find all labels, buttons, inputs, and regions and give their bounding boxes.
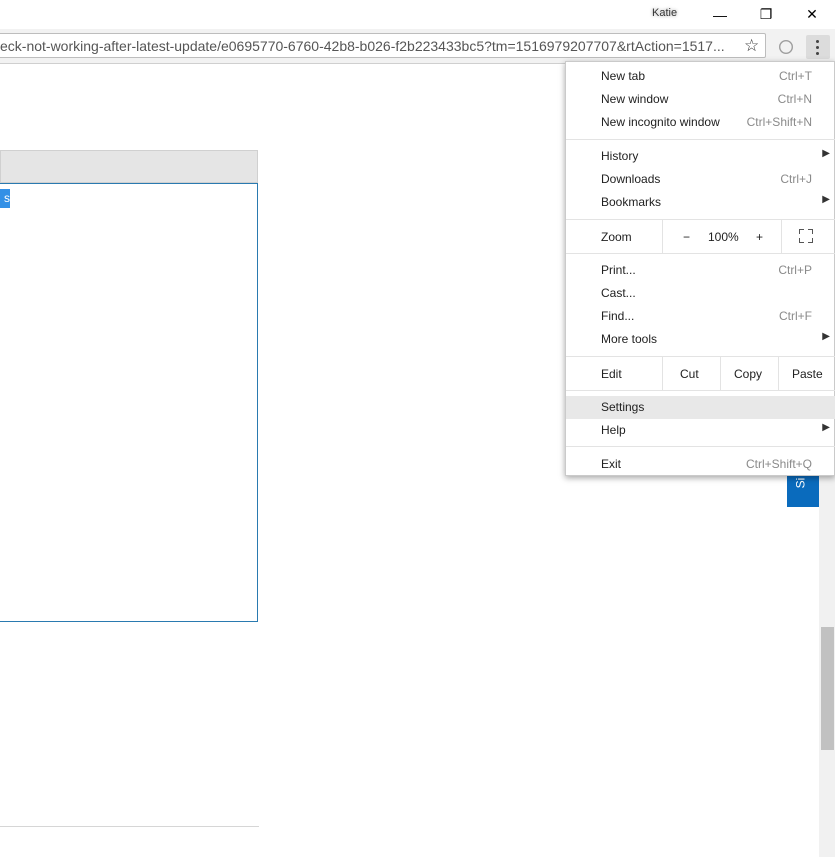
divider — [0, 826, 259, 827]
menu-item-new-window[interactable]: New window Ctrl+N — [566, 88, 835, 111]
menu-item-more-tools[interactable]: More tools ▶ — [566, 328, 835, 351]
menu-item-label: Zoom — [601, 230, 632, 244]
menu-item-shortcut: Ctrl+T — [779, 69, 812, 83]
menu-divider — [720, 357, 721, 390]
menu-item-shortcut: Ctrl+Shift+Q — [745, 457, 812, 471]
scrollbar-thumb[interactable] — [821, 627, 834, 750]
restore-button[interactable]: ❐ — [743, 0, 789, 29]
fullscreen-icon[interactable] — [799, 229, 813, 243]
submenu-arrow-icon: ▶ — [822, 422, 830, 433]
browser-menu-button[interactable] — [806, 35, 830, 59]
menu-item-downloads[interactable]: Downloads Ctrl+J — [566, 168, 835, 191]
menu-separator — [566, 253, 835, 254]
menu-item-label: Print... — [601, 263, 636, 277]
close-window-button[interactable]: ✕ — [789, 0, 835, 29]
title-bar: Katie — ❐ ✕ — [0, 0, 835, 29]
menu-item-label: More tools — [601, 332, 658, 346]
menu-item-new-tab[interactable]: New tab Ctrl+T — [566, 65, 835, 88]
menu-item-label: New tab — [601, 69, 646, 83]
menu-item-history[interactable]: History ▶ — [566, 145, 835, 168]
menu-divider — [662, 220, 663, 253]
menu-separator — [566, 139, 835, 140]
menu-item-label: New window — [601, 92, 669, 106]
menu-item-exit[interactable]: Exit Ctrl+Shift+Q — [566, 453, 835, 476]
menu-divider — [781, 220, 782, 253]
bookmark-star-icon[interactable]: ☆ — [744, 36, 759, 56]
menu-item-label: Find... — [601, 309, 635, 323]
submenu-arrow-icon: ▶ — [822, 331, 830, 342]
menu-divider — [778, 357, 779, 390]
minimize-button[interactable]: — — [697, 0, 743, 29]
menu-item-label: Exit — [601, 457, 622, 471]
menu-item-bookmarks[interactable]: Bookmarks ▶ — [566, 191, 835, 214]
zoom-in-button[interactable]: + — [756, 230, 763, 244]
submenu-arrow-icon: ▶ — [822, 194, 830, 205]
menu-divider — [662, 357, 663, 390]
menu-item-shortcut: Ctrl+F — [779, 309, 812, 323]
extension-icon[interactable] — [779, 40, 793, 54]
address-bar[interactable]: eck-not-working-after-latest-update/e069… — [0, 33, 766, 58]
menu-item-shortcut: Ctrl+N — [777, 92, 812, 106]
menu-item-zoom: Zoom — [566, 226, 835, 249]
panel-body — [0, 183, 258, 622]
menu-separator — [566, 356, 835, 357]
menu-item-shortcut: Ctrl+P — [778, 263, 812, 277]
selected-text[interactable]: s — [0, 189, 10, 208]
menu-item-label: Help — [601, 423, 626, 437]
browser-toolbar: eck-not-working-after-latest-update/e069… — [0, 29, 835, 64]
menu-item-label: Edit — [601, 367, 622, 381]
panel-header — [0, 150, 258, 183]
cut-button[interactable]: Cut — [680, 367, 699, 381]
menu-item-print[interactable]: Print... Ctrl+P — [566, 259, 835, 282]
menu-item-settings[interactable]: Settings — [566, 396, 835, 419]
url-text[interactable]: eck-not-working-after-latest-update/e069… — [0, 38, 735, 54]
menu-dot-icon — [816, 46, 819, 49]
menu-separator — [566, 219, 835, 220]
paste-button[interactable]: Paste — [792, 367, 823, 381]
menu-item-help[interactable]: Help ▶ — [566, 419, 835, 442]
menu-item-find[interactable]: Find... Ctrl+F — [566, 305, 835, 328]
browser-menu: New tab Ctrl+T New window Ctrl+N New inc… — [565, 61, 835, 476]
zoom-out-button[interactable]: − — [683, 230, 690, 244]
zoom-level: 100% — [708, 230, 739, 244]
menu-item-label: Bookmarks — [601, 195, 662, 209]
menu-item-label: New incognito window — [601, 115, 720, 129]
menu-item-new-incognito-window[interactable]: New incognito window Ctrl+Shift+N — [566, 111, 835, 134]
menu-dot-icon — [816, 40, 819, 43]
menu-item-shortcut: Ctrl+J — [780, 172, 812, 186]
menu-item-label: Settings — [601, 400, 645, 414]
menu-item-label: Downloads — [601, 172, 661, 186]
menu-dot-icon — [816, 52, 819, 55]
menu-separator — [566, 390, 835, 391]
menu-item-shortcut: Ctrl+Shift+N — [746, 115, 812, 129]
menu-separator — [566, 446, 835, 447]
submenu-arrow-icon: ▶ — [822, 148, 830, 159]
menu-item-label: Cast... — [601, 286, 636, 300]
profile-name[interactable]: Katie — [652, 7, 688, 21]
side-tab-label: Si — [793, 477, 808, 489]
menu-item-label: History — [601, 149, 639, 163]
menu-item-cast[interactable]: Cast... — [566, 282, 835, 305]
copy-button[interactable]: Copy — [734, 367, 762, 381]
